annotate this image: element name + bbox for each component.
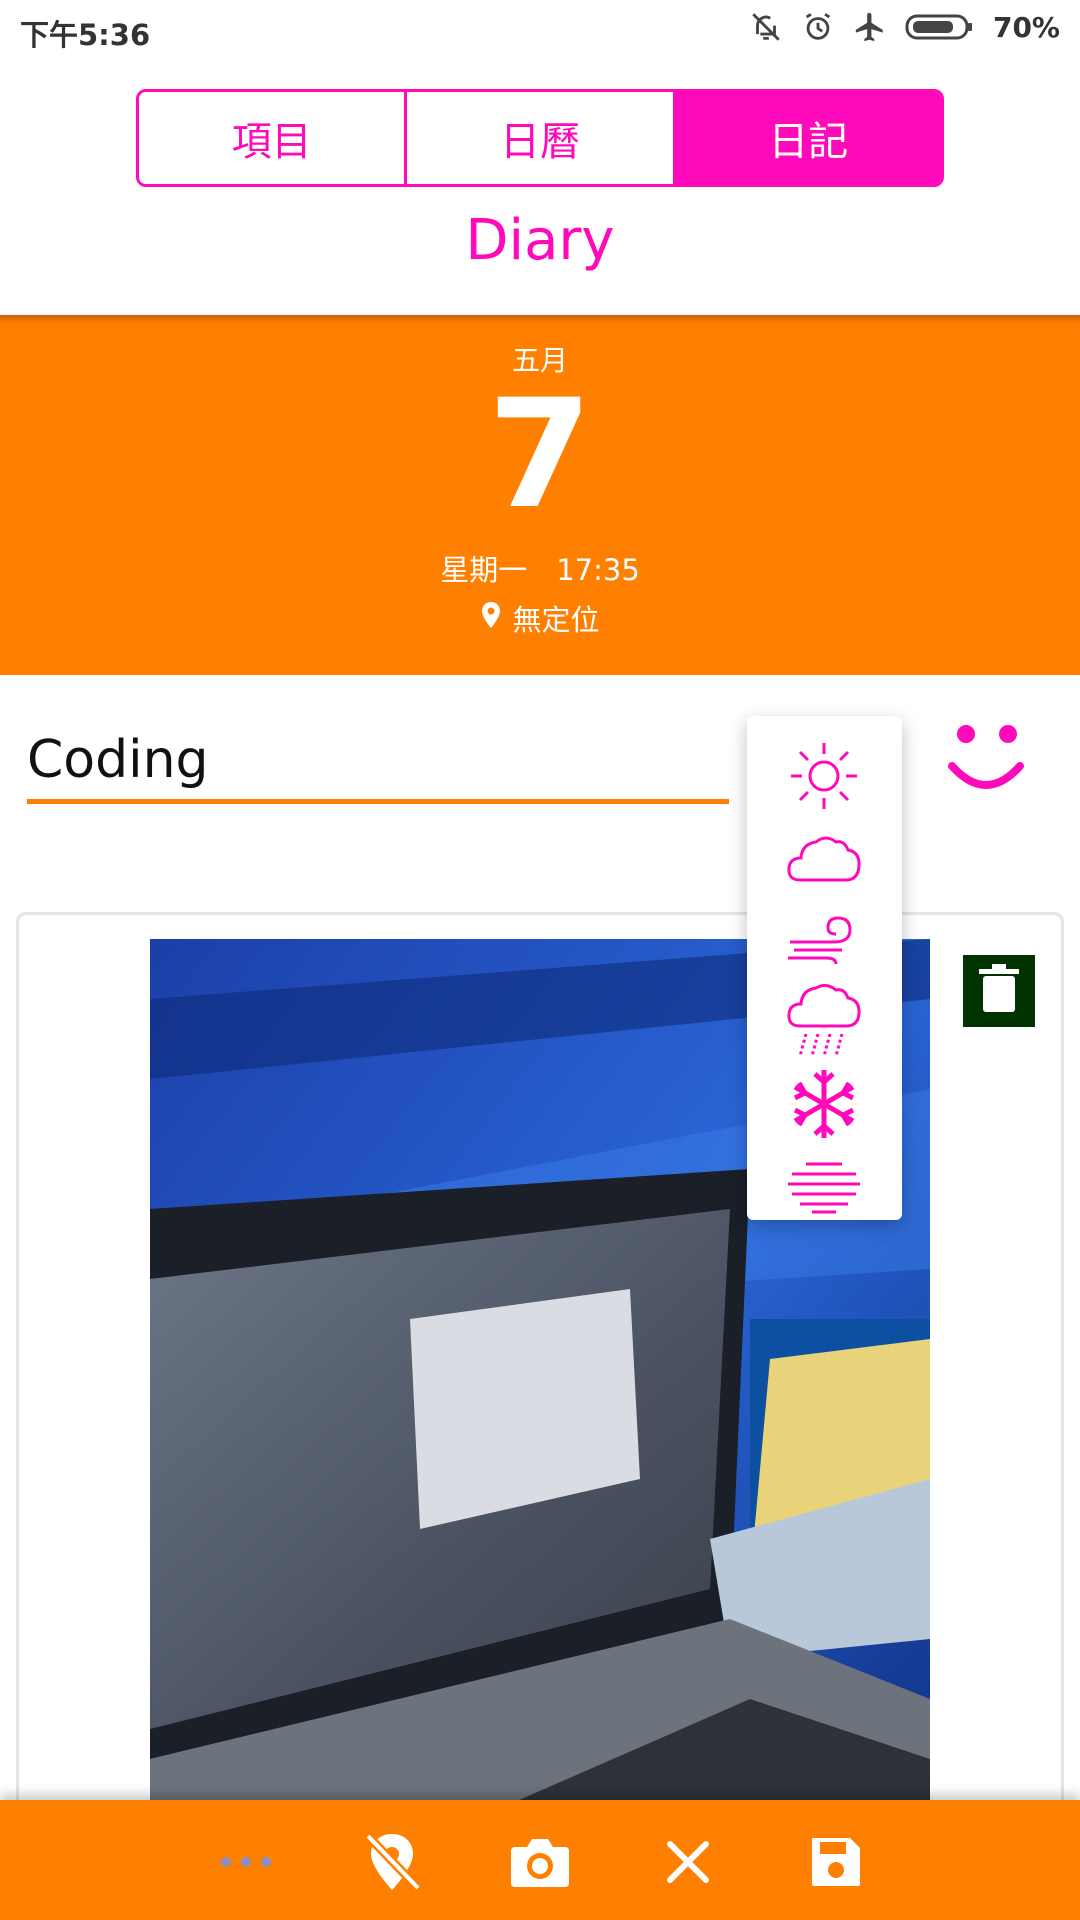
camera-icon[interactable] [508,1830,572,1894]
view-tabs: 項目 日曆 日記 [136,89,944,187]
day-number: 7 [487,368,593,542]
location-pin-icon [480,601,502,636]
delete-photo-button[interactable] [963,955,1035,1027]
bell-off-icon [749,10,783,44]
date-header: 五月 7 星期一 17:35 無定位 [0,315,1080,675]
location-text: 無定位 [512,603,600,637]
location-off-icon[interactable] [360,1830,424,1894]
tab-calendar[interactable]: 日曆 [407,92,676,184]
fog-icon[interactable] [782,1146,866,1226]
bottom-toolbar [0,1800,1080,1920]
snow-icon[interactable] [782,1064,866,1144]
save-icon[interactable] [804,1830,868,1894]
location-row[interactable]: 無定位 [0,597,1080,639]
trash-icon [979,964,1019,1018]
alarm-icon [801,10,835,44]
cloudy-icon[interactable] [782,818,866,898]
tab-diary[interactable]: 日記 [675,92,941,184]
diary-screen: 下午5:36 70% 項目 日曆 日記 Diary 五月 7 星期一 17:35… [0,0,1080,1920]
sunny-icon[interactable] [782,736,866,816]
weather-menu [747,716,902,1220]
weekday-time: 星期一 17:35 [440,553,640,587]
rain-icon[interactable] [782,982,866,1062]
battery-icon [905,12,975,42]
status-bar: 下午5:36 70% [0,0,1080,60]
entry-title-input[interactable]: Coding [27,720,729,804]
battery-percent: 70% [992,10,1060,44]
more-icon[interactable] [214,1830,278,1894]
page-title: Diary [465,208,615,273]
windy-icon[interactable] [782,900,866,980]
smile-icon[interactable] [946,718,1026,806]
status-time: 下午5:36 [20,18,151,52]
close-icon[interactable] [656,1830,720,1894]
tab-items[interactable]: 項目 [139,92,408,184]
airplane-icon [853,10,887,44]
status-icons: 70% [749,10,1060,44]
